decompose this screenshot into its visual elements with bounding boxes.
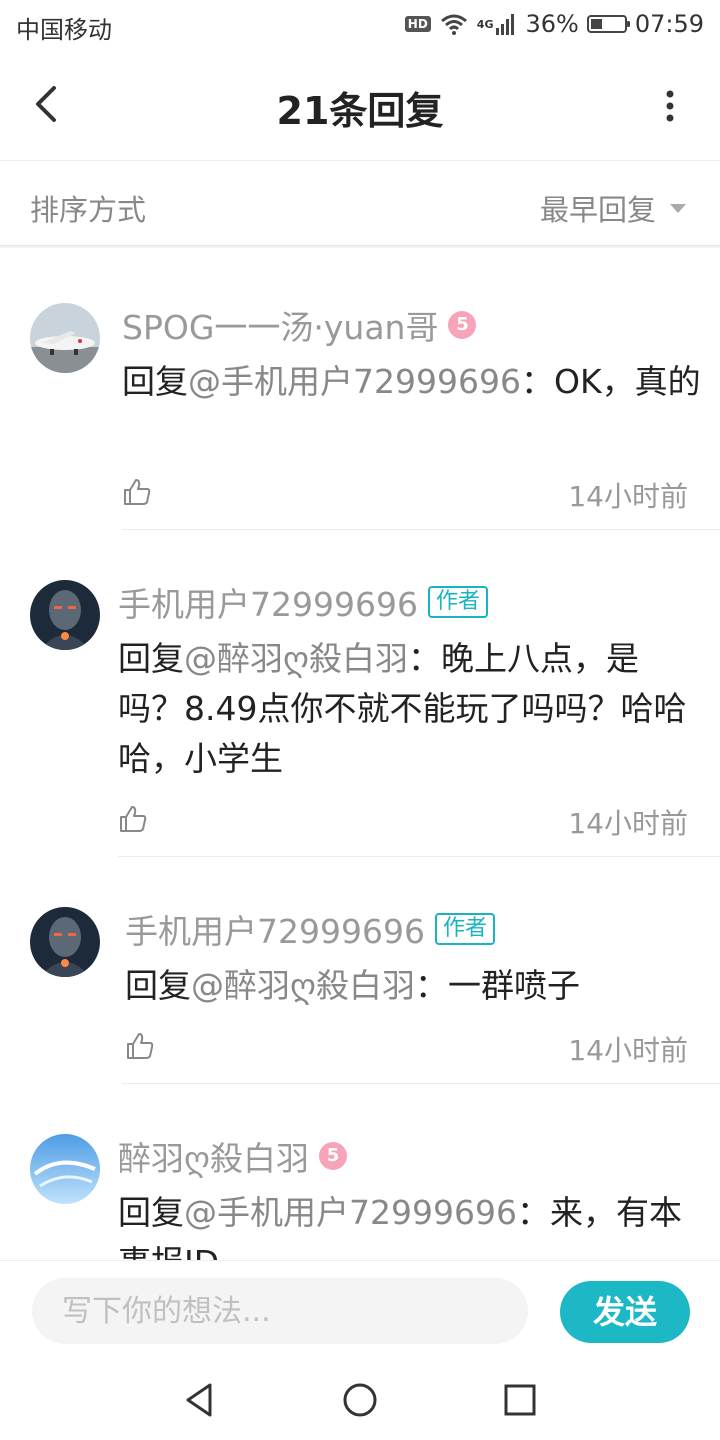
sort-selected-value: 最早回复	[539, 193, 656, 227]
caret-down-icon	[670, 203, 686, 213]
battery-percent: 36%	[525, 10, 579, 38]
comment-timestamp: 14小时前	[568, 1034, 688, 1067]
wifi-icon	[440, 14, 467, 35]
avatar[interactable]	[30, 907, 100, 977]
airplane-avatar-icon	[30, 303, 100, 373]
nav-back-icon[interactable]	[180, 1380, 220, 1420]
comment-username[interactable]: SPOG一一汤·yuan哥 5	[122, 301, 477, 349]
divider	[122, 529, 720, 530]
comment-username[interactable]: 醉羽ღ殺白羽 5	[118, 1132, 347, 1180]
thumbs-up-icon[interactable]	[118, 804, 148, 834]
divider	[122, 1083, 720, 1084]
mention-link[interactable]: @醉羽ღ殺白羽	[191, 966, 415, 1005]
thumbs-up-icon[interactable]	[125, 1031, 155, 1061]
comment-username[interactable]: 手机用户72999696 作者	[125, 905, 495, 953]
username-text: 醉羽ღ殺白羽	[118, 1139, 309, 1178]
app-header: 21条回复	[0, 50, 720, 161]
sort-bar: 排序方式 最早回复	[0, 161, 720, 246]
reply-prefix: 回复	[118, 639, 184, 678]
avatar[interactable]	[30, 1134, 100, 1204]
username-text: SPOG一一汤·yuan哥	[122, 308, 439, 347]
avatar[interactable]	[30, 580, 100, 650]
sort-label: 排序方式	[30, 193, 147, 227]
reply-prefix: 回复	[122, 362, 188, 401]
mention-link[interactable]: @醉羽ღ殺白羽	[184, 639, 408, 678]
sort-dropdown[interactable]: 最早回复	[540, 187, 686, 229]
avatar[interactable]	[30, 303, 100, 373]
sky-avatar-icon	[30, 1134, 100, 1204]
level-badge: 5	[448, 311, 477, 339]
signal-icon	[496, 14, 515, 35]
comment-timestamp: 14小时前	[568, 807, 688, 840]
reply-prefix: 回复	[118, 1193, 184, 1232]
system-nav-bar	[0, 1360, 720, 1440]
battery-level	[590, 19, 603, 29]
network-type: 4G	[476, 17, 494, 31]
thumbs-up-icon[interactable]	[122, 477, 152, 507]
more-options-icon[interactable]	[660, 86, 680, 126]
page-title: 21条回复	[276, 89, 444, 133]
divider	[118, 856, 720, 857]
robot-avatar-icon	[30, 907, 100, 977]
comment-body: 回复@手机用户72999696：来，有本事报ID	[118, 1188, 698, 1260]
comment-body: 回复@手机用户72999696：OK，真的	[122, 357, 702, 407]
reply-input[interactable]	[32, 1278, 528, 1344]
mention-link[interactable]: @手机用户72999696	[188, 362, 521, 401]
mention-link[interactable]: @手机用户72999696	[184, 1193, 517, 1232]
comment-list: SPOG一一汤·yuan哥 5 回复@手机用户72999696：OK，真的 14…	[0, 255, 720, 1260]
nav-home-icon[interactable]	[340, 1380, 380, 1420]
status-bar: 中国移动 HD 4G 36% 07:59	[0, 0, 720, 50]
hd-icon: HD	[404, 16, 431, 32]
nav-recents-icon[interactable]	[500, 1380, 540, 1420]
level-badge: 5	[318, 1142, 347, 1170]
reply-prefix: 回复	[125, 966, 191, 1005]
comment-body: 回复@醉羽ღ殺白羽：一群喷子	[125, 961, 705, 1011]
carrier-name: 中国移动	[16, 16, 112, 44]
author-badge: 作者	[434, 913, 495, 945]
comment-body: 回复@醉羽ღ殺白羽：晚上八点，是吗？8.49点你不就不能玩了吗吗？哈哈哈，小学生	[118, 634, 698, 784]
status-icons: HD 4G 36% 07:59	[404, 10, 704, 38]
send-button[interactable]: 发送	[560, 1281, 690, 1343]
robot-avatar-icon	[30, 580, 100, 650]
comment-text: ：一群喷子	[414, 966, 580, 1005]
comment-text: ：OK，真的	[520, 362, 701, 401]
username-text: 手机用户72999696	[125, 912, 425, 951]
comment-timestamp: 14小时前	[568, 480, 688, 513]
reply-input-bar: 发送	[0, 1260, 720, 1361]
clock: 07:59	[634, 10, 704, 38]
author-badge: 作者	[427, 586, 488, 618]
username-text: 手机用户72999696	[118, 585, 418, 624]
battery-icon	[586, 15, 630, 33]
comment-username[interactable]: 手机用户72999696 作者	[118, 578, 488, 626]
